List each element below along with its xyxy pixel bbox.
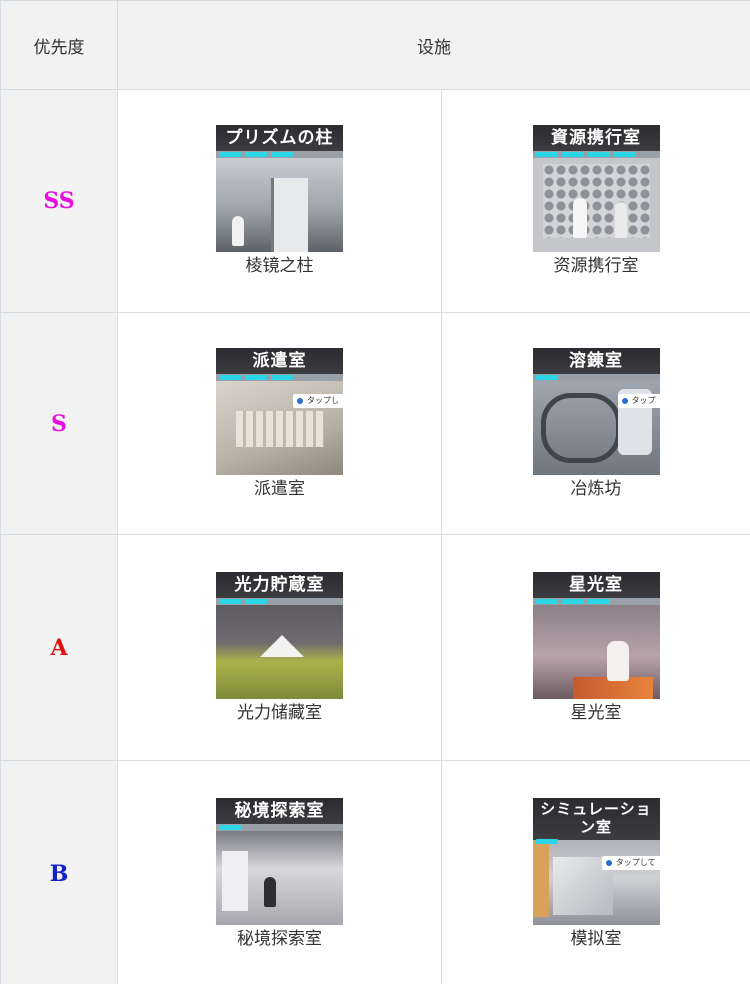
level-bars	[219, 598, 267, 604]
facility-name: 秘境探索室	[237, 928, 322, 949]
thumbnail-banner: 派遣室	[216, 347, 343, 374]
table-row: SS プリズムの柱 棱镜之柱 資源携行室 资源携行室	[0, 89, 750, 313]
thumbnail-scene	[216, 830, 343, 925]
facility-thumbnail-resource-room[interactable]: 資源携行室	[532, 125, 660, 252]
level-bars	[219, 374, 293, 380]
facility-cell: 溶錬室 タップ 冶炼坊	[441, 312, 750, 535]
facility-thumbnail-starlight-room[interactable]: 星光室	[532, 571, 660, 699]
facility-cell: シミュレーション室 タップして 模拟室	[441, 760, 750, 984]
thumbnail-banner: 光力貯蔵室	[216, 571, 343, 598]
facility-name: 星光室	[570, 702, 622, 723]
facility-name: 资源携行室	[553, 256, 639, 276]
table-row: A 光力貯蔵室 光力储藏室 星光室 星光室	[0, 534, 750, 761]
thumbnail-banner: 溶錬室	[532, 347, 660, 374]
tap-hint-tag: タップして	[601, 855, 660, 870]
facility-thumbnail-dispatch-room[interactable]: 派遣室 タップし	[216, 347, 343, 475]
priority-label: S	[0, 312, 118, 535]
header-facility: 设施	[117, 0, 750, 90]
thumbnail-scene	[532, 604, 660, 699]
facility-name: 棱镜之柱	[245, 256, 314, 276]
facility-thumbnail-secret-exploration[interactable]: 秘境探索室	[216, 797, 343, 925]
facility-thumbnail-smelting-room[interactable]: 溶錬室 タップ	[532, 347, 660, 475]
facility-thumbnail-simulation-room[interactable]: シミュレーション室 タップして	[532, 797, 660, 925]
header-priority: 优先度	[0, 0, 118, 90]
facility-name: 模拟室	[570, 928, 622, 949]
facility-cell: 資源携行室 资源携行室	[441, 89, 750, 313]
thumbnail-banner: シミュレーション室	[532, 797, 660, 840]
facility-name: 冶炼坊	[570, 478, 622, 499]
level-bars	[535, 598, 610, 604]
table-header-row: 优先度 设施	[0, 0, 750, 90]
tap-hint-tag: タップ	[617, 393, 660, 408]
thumbnail-banner: 星光室	[532, 571, 660, 598]
tap-hint-tag: タップし	[293, 393, 343, 408]
facility-cell: 秘境探索室 秘境探索室	[117, 760, 442, 984]
level-bars	[219, 824, 241, 830]
thumbnail-scene	[532, 158, 660, 252]
thumbnail-banner: プリズムの柱	[216, 125, 343, 151]
facility-cell: 星光室 星光室	[441, 534, 750, 761]
level-bars	[535, 374, 558, 380]
priority-label: SS	[0, 89, 118, 313]
thumbnail-scene	[216, 158, 343, 252]
level-bars	[219, 152, 293, 157]
facility-cell: 光力貯蔵室 光力储藏室	[117, 534, 442, 761]
thumbnail-banner: 資源携行室	[532, 125, 660, 151]
facility-cell: プリズムの柱 棱镜之柱	[117, 89, 442, 313]
level-bars	[535, 838, 558, 844]
thumbnail-scene	[216, 604, 343, 699]
priority-label: B	[0, 760, 118, 984]
page: 优先度 设施 SS プリズムの柱 棱镜之柱 資源携行室 资源携行室 S 派遣室 …	[0, 0, 750, 984]
facility-priority-table: 优先度 设施 SS プリズムの柱 棱镜之柱 資源携行室 资源携行室 S 派遣室 …	[0, 0, 750, 984]
facility-thumbnail-prism-pillar[interactable]: プリズムの柱	[216, 125, 343, 252]
facility-thumbnail-light-storage[interactable]: 光力貯蔵室	[216, 571, 343, 699]
level-bars	[535, 152, 636, 157]
facility-cell: 派遣室 タップし 派遣室	[117, 312, 442, 535]
priority-label: A	[0, 534, 118, 761]
table-row: S 派遣室 タップし 派遣室 溶錬室 タップ 冶炼坊	[0, 312, 750, 535]
thumbnail-banner: 秘境探索室	[216, 797, 343, 824]
facility-name: 派遣室	[254, 478, 305, 499]
facility-name: 光力储藏室	[237, 702, 322, 723]
thumbnail-scene	[532, 830, 660, 925]
table-row: B 秘境探索室 秘境探索室 シミュレーション室 タップして 模拟室	[0, 760, 750, 984]
